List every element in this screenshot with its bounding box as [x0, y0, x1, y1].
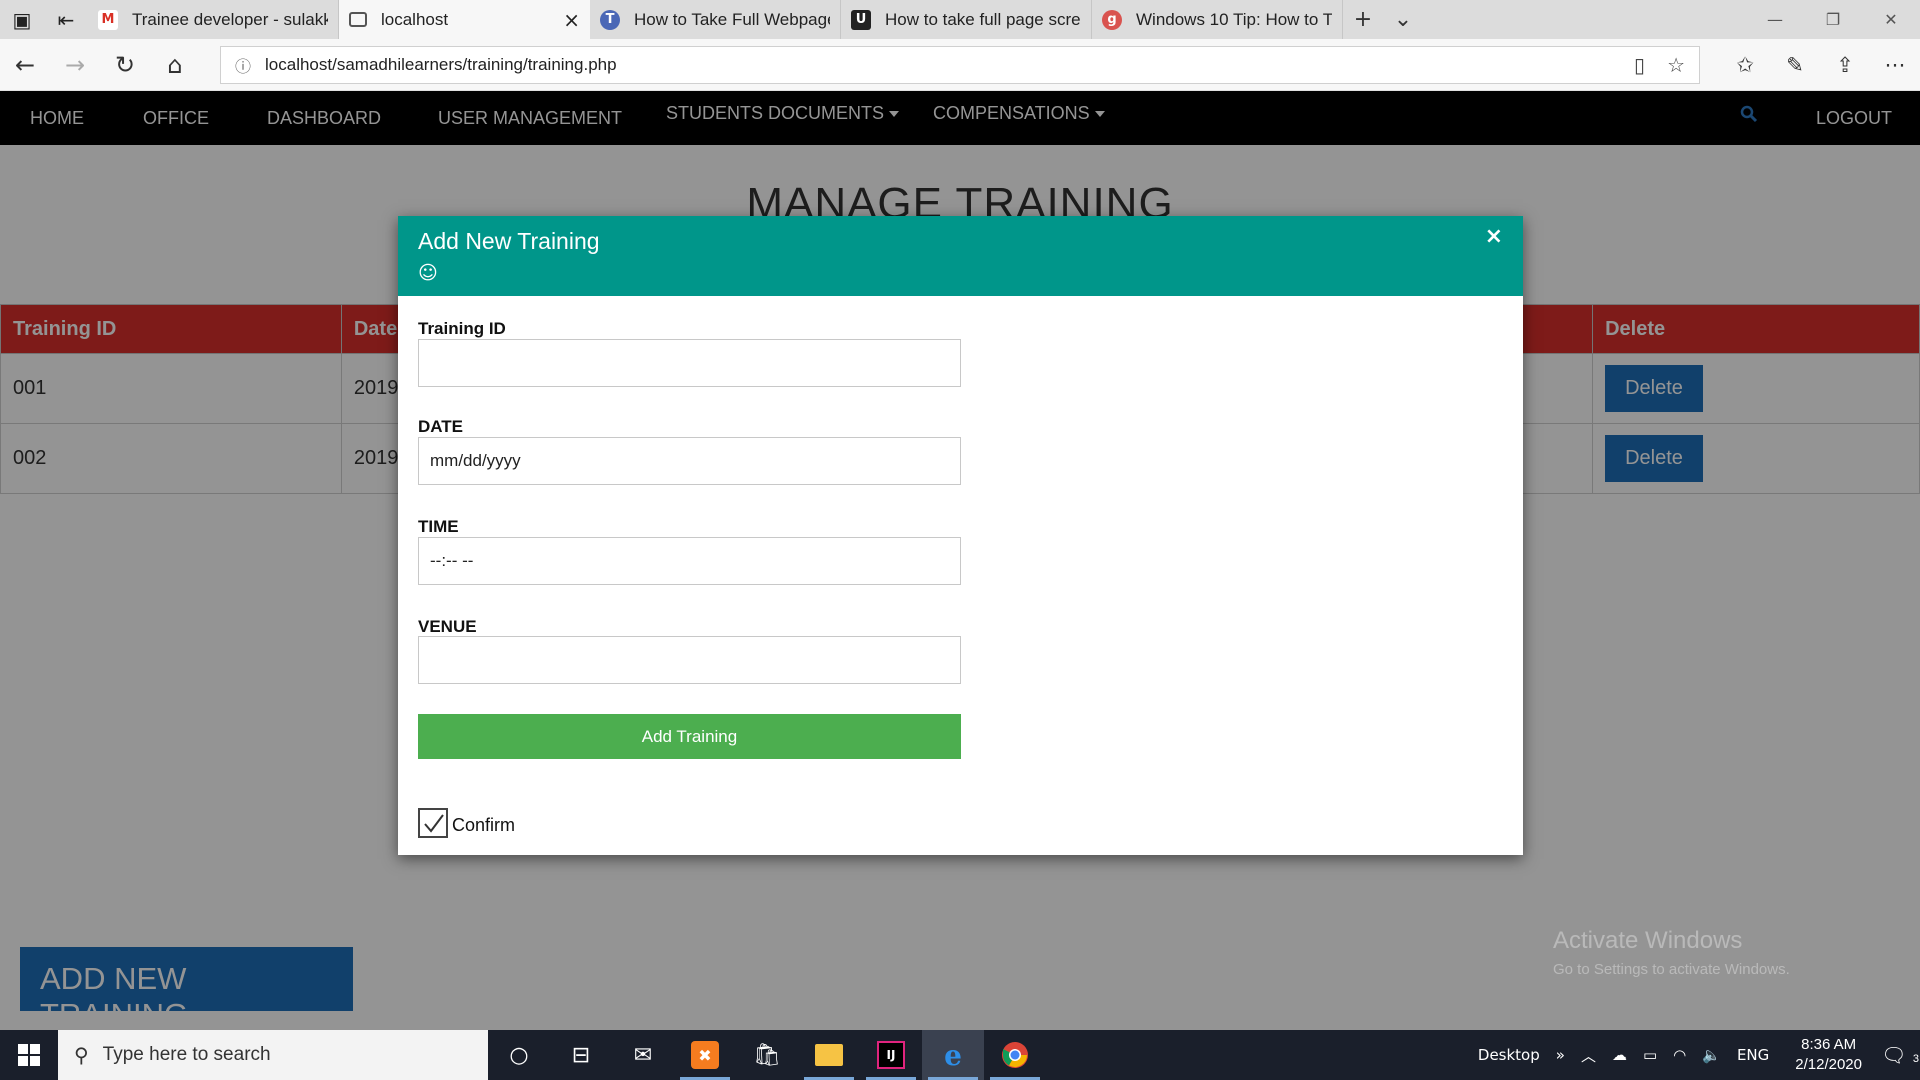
- language-indicator[interactable]: ENG: [1737, 1046, 1769, 1064]
- set-aside-tabs-icon[interactable]: ⇤: [44, 0, 88, 39]
- page-icon: [349, 12, 367, 27]
- favorites-icon[interactable]: ✩: [1720, 53, 1770, 77]
- desktop-toolbar-label[interactable]: Desktop: [1478, 1046, 1540, 1064]
- back-icon[interactable]: ←: [0, 51, 50, 79]
- chrome-logo-icon: [1002, 1042, 1028, 1068]
- training-id-input[interactable]: [418, 339, 961, 387]
- time-input[interactable]: [418, 537, 961, 585]
- refresh-icon[interactable]: ↻: [100, 51, 150, 79]
- date-input[interactable]: [418, 437, 961, 485]
- web-page: HOME OFFICE DASHBOARD USER MANAGEMENT ST…: [0, 91, 1920, 1030]
- cortana-icon[interactable]: ○: [488, 1030, 550, 1080]
- tab-full-page-screenshot[interactable]: U How to take full page screer: [841, 0, 1092, 39]
- minimize-icon[interactable]: —: [1746, 0, 1804, 39]
- edge-browser-icon[interactable]: e: [922, 1030, 984, 1080]
- address-bar[interactable]: ⓘ localhost/samadhilearners/training/tra…: [220, 46, 1700, 84]
- battery-icon[interactable]: ▭: [1643, 1046, 1657, 1064]
- date-label: DATE: [418, 417, 464, 436]
- forward-icon[interactable]: →: [50, 51, 100, 79]
- modal-header: Add New Training ☺ ×: [398, 216, 1523, 296]
- tab-title: Trainee developer - sulakkai: [132, 9, 328, 29]
- close-tab-icon[interactable]: ×: [563, 8, 580, 32]
- browser-tab-bar: ▣ ⇤ M Trainee developer - sulakkai local…: [0, 0, 1920, 39]
- modal-title: Add New Training: [418, 228, 600, 254]
- mail-icon[interactable]: ✉: [612, 1030, 674, 1080]
- chrome-icon[interactable]: [984, 1030, 1046, 1080]
- action-center[interactable]: 🗨 3: [1880, 1043, 1920, 1067]
- tab-title: How to Take Full Webpage :: [634, 9, 830, 29]
- system-tray: Desktop » ︿ ☁ ▭ ◠ 🔈 ENG 8:36 AM 2/12/202…: [1470, 1030, 1920, 1080]
- confirm-label: Confirm: [452, 815, 516, 835]
- tab-full-webpage[interactable]: T How to Take Full Webpage :: [590, 0, 841, 39]
- smiley-icon: ☺: [418, 262, 438, 284]
- confirm-checkbox[interactable]: [418, 808, 448, 838]
- site-icon: T: [600, 9, 620, 30]
- tab-title: How to take full page screer: [885, 9, 1081, 29]
- notes-icon[interactable]: ✎: [1770, 53, 1820, 77]
- taskbar-search-placeholder: Type here to search: [102, 1044, 271, 1065]
- restore-icon[interactable]: ❐: [1804, 0, 1862, 39]
- close-window-icon[interactable]: ✕: [1862, 0, 1920, 39]
- watermark-subtitle: Go to Settings to activate Windows.: [1553, 961, 1790, 978]
- reading-view-icon[interactable]: ▯: [1634, 53, 1645, 77]
- tab-preview-chevron-icon[interactable]: ⌄: [1383, 0, 1423, 39]
- start-button[interactable]: [0, 1030, 58, 1080]
- taskbar-search-box[interactable]: ⚲ Type here to search: [58, 1030, 488, 1080]
- add-training-modal: Add New Training ☺ × Training ID DATE TI…: [398, 216, 1523, 855]
- tab-localhost[interactable]: localhost ×: [339, 0, 590, 39]
- tab-title: localhost: [381, 9, 449, 29]
- info-icon[interactable]: ⓘ: [235, 53, 251, 77]
- intellij-icon[interactable]: IJ: [860, 1030, 922, 1080]
- check-icon: [424, 814, 444, 833]
- tab-title: Windows 10 Tip: How to Tal: [1136, 9, 1332, 29]
- close-icon[interactable]: ×: [1485, 224, 1503, 249]
- wifi-icon[interactable]: ◠: [1673, 1046, 1686, 1064]
- add-training-button[interactable]: Add Training: [418, 714, 961, 759]
- windows-taskbar: ⚲ Type here to search ○ ⊟ ✉ ✖ 🛍 IJ e Des…: [0, 1030, 1920, 1080]
- address-toolbar: ← → ↻ ⌂ ⓘ localhost/samadhilearners/trai…: [0, 39, 1920, 91]
- home-icon[interactable]: ⌂: [150, 51, 200, 79]
- venue-input[interactable]: [418, 636, 961, 684]
- venue-label: VENUE: [418, 617, 477, 636]
- clock-time: 8:36 AM: [1801, 1036, 1857, 1053]
- clock-date: 2/12/2020: [1795, 1056, 1862, 1073]
- url-text[interactable]: localhost/samadhilearners/training/train…: [265, 55, 617, 75]
- store-icon[interactable]: 🛍: [736, 1030, 798, 1080]
- volume-icon[interactable]: 🔈: [1702, 1046, 1721, 1064]
- show-hidden-icons-icon[interactable]: ︿: [1581, 1045, 1596, 1066]
- activate-windows-watermark: Activate Windows Go to Settings to activ…: [1553, 927, 1790, 978]
- gmail-icon: M: [98, 9, 118, 30]
- training-id-label: Training ID: [418, 319, 506, 338]
- time-label: TIME: [418, 517, 459, 536]
- watermark-title: Activate Windows: [1553, 927, 1743, 954]
- tab-actions-icon[interactable]: ▣: [0, 0, 44, 39]
- search-icon: ⚲: [74, 1043, 89, 1067]
- new-tab-icon[interactable]: +: [1343, 0, 1383, 39]
- tab-gmail[interactable]: M Trainee developer - sulakkai: [88, 0, 339, 39]
- site-icon: g: [1102, 9, 1122, 30]
- windows-logo-icon: [18, 1044, 40, 1066]
- file-explorer-icon[interactable]: [798, 1030, 860, 1080]
- task-view-icon[interactable]: ⊟: [550, 1030, 612, 1080]
- tab-windows-tip[interactable]: g Windows 10 Tip: How to Tal: [1092, 0, 1343, 39]
- share-icon[interactable]: ⇪: [1820, 53, 1870, 77]
- notification-icon: 🗨: [1881, 1043, 1907, 1067]
- clock[interactable]: 8:36 AM 2/12/2020: [1795, 1035, 1862, 1075]
- notification-count: 3: [1912, 1053, 1919, 1065]
- xampp-icon[interactable]: ✖: [674, 1030, 736, 1080]
- overflow-chevron-icon[interactable]: »: [1556, 1046, 1565, 1064]
- more-icon[interactable]: ⋯: [1870, 53, 1920, 77]
- site-icon: U: [851, 9, 871, 30]
- onedrive-icon[interactable]: ☁: [1612, 1046, 1627, 1064]
- favorite-star-icon[interactable]: ☆: [1667, 53, 1685, 77]
